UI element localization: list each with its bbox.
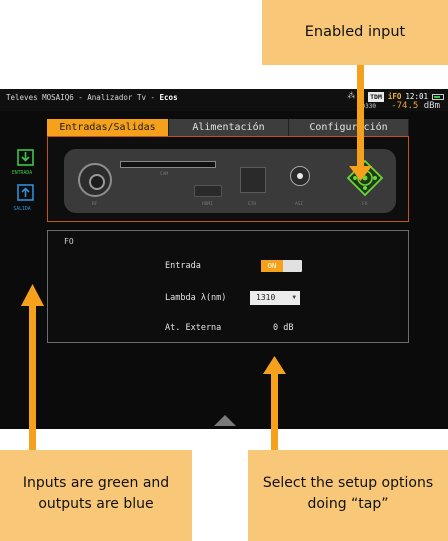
signal-icon: ⁂ xyxy=(347,91,356,100)
callout-enabled-input: Enabled input xyxy=(262,0,448,65)
small-readout: 0330 xyxy=(361,103,376,110)
fo-settings-panel: FO Entrada ON Lambda λ(nm) 1310 ▼ At. Ex… xyxy=(47,230,409,343)
rf-port-label: RF xyxy=(92,202,98,207)
asi-port[interactable] xyxy=(290,166,310,186)
app-title-section: Ecos xyxy=(159,93,178,102)
input-label: ENTRADA xyxy=(11,171,33,176)
fo-indicator: iFO xyxy=(387,92,402,101)
ext-att-row-label: At. Externa xyxy=(165,323,222,333)
fo-connector-label: FO xyxy=(362,202,368,207)
level-unit: dBm xyxy=(423,101,440,111)
rf-port[interactable] xyxy=(78,163,112,197)
battery-icon xyxy=(432,94,444,100)
ext-att-value: 0 dB xyxy=(273,323,294,333)
lambda-select[interactable]: 1310 ▼ xyxy=(250,291,300,305)
pull-up-arrow-icon[interactable] xyxy=(214,415,236,426)
mode-badge: TDM xyxy=(368,92,384,102)
level-readout: -74.5 dBm xyxy=(391,101,440,111)
device-panel: RF CAM HDMI ETH ASI FO xyxy=(47,136,409,222)
clock: 12:01 xyxy=(405,92,428,101)
tab-power[interactable]: Alimentación xyxy=(169,119,289,136)
app-title: Televes MOSAIQ6 - Analizador Tv - xyxy=(6,93,160,102)
output-label: SALIDA xyxy=(13,207,31,212)
lambda-select-value: 1310 xyxy=(256,293,276,302)
input-icon[interactable] xyxy=(17,149,34,166)
tab-configuration[interactable]: Configuración xyxy=(289,119,409,136)
lambda-row-label: Lambda λ(nm) xyxy=(165,293,227,303)
tab-inputs-outputs[interactable]: Entradas/Salidas xyxy=(47,119,169,136)
analyzer-screen: Televes MOSAIQ6 - Analizador Tv - Ecos ⁂… xyxy=(0,89,448,429)
alert-icon: ◆ xyxy=(359,91,365,100)
fo-connector-icon[interactable] xyxy=(346,159,384,197)
output-icon[interactable] xyxy=(17,184,34,201)
eth-port-label: ETH xyxy=(248,202,257,207)
fo-settings-title: FO xyxy=(64,237,74,246)
input-toggle[interactable]: ON xyxy=(261,260,302,272)
hdmi-port-label: HDMI xyxy=(202,202,213,207)
cam-slot-label: CAM xyxy=(160,172,169,177)
cam-slot xyxy=(120,161,216,168)
device-image: RF CAM HDMI ETH ASI FO xyxy=(64,149,396,213)
callout-tap-setup: Select the setup options doing “tap” xyxy=(248,450,448,541)
eth-port xyxy=(240,167,266,193)
chevron-down-icon: ▼ xyxy=(292,294,296,301)
input-row-label: Entrada xyxy=(165,261,201,271)
input-toggle-state: ON xyxy=(261,260,283,272)
asi-port-label: ASI xyxy=(295,202,304,207)
tab-bar: Entradas/Salidas Alimentación Configurac… xyxy=(47,119,409,136)
hdmi-port xyxy=(194,185,222,197)
level-value: -74.5 xyxy=(391,101,419,111)
callout-io-colors: Inputs are green and outputs are blue xyxy=(0,450,192,541)
